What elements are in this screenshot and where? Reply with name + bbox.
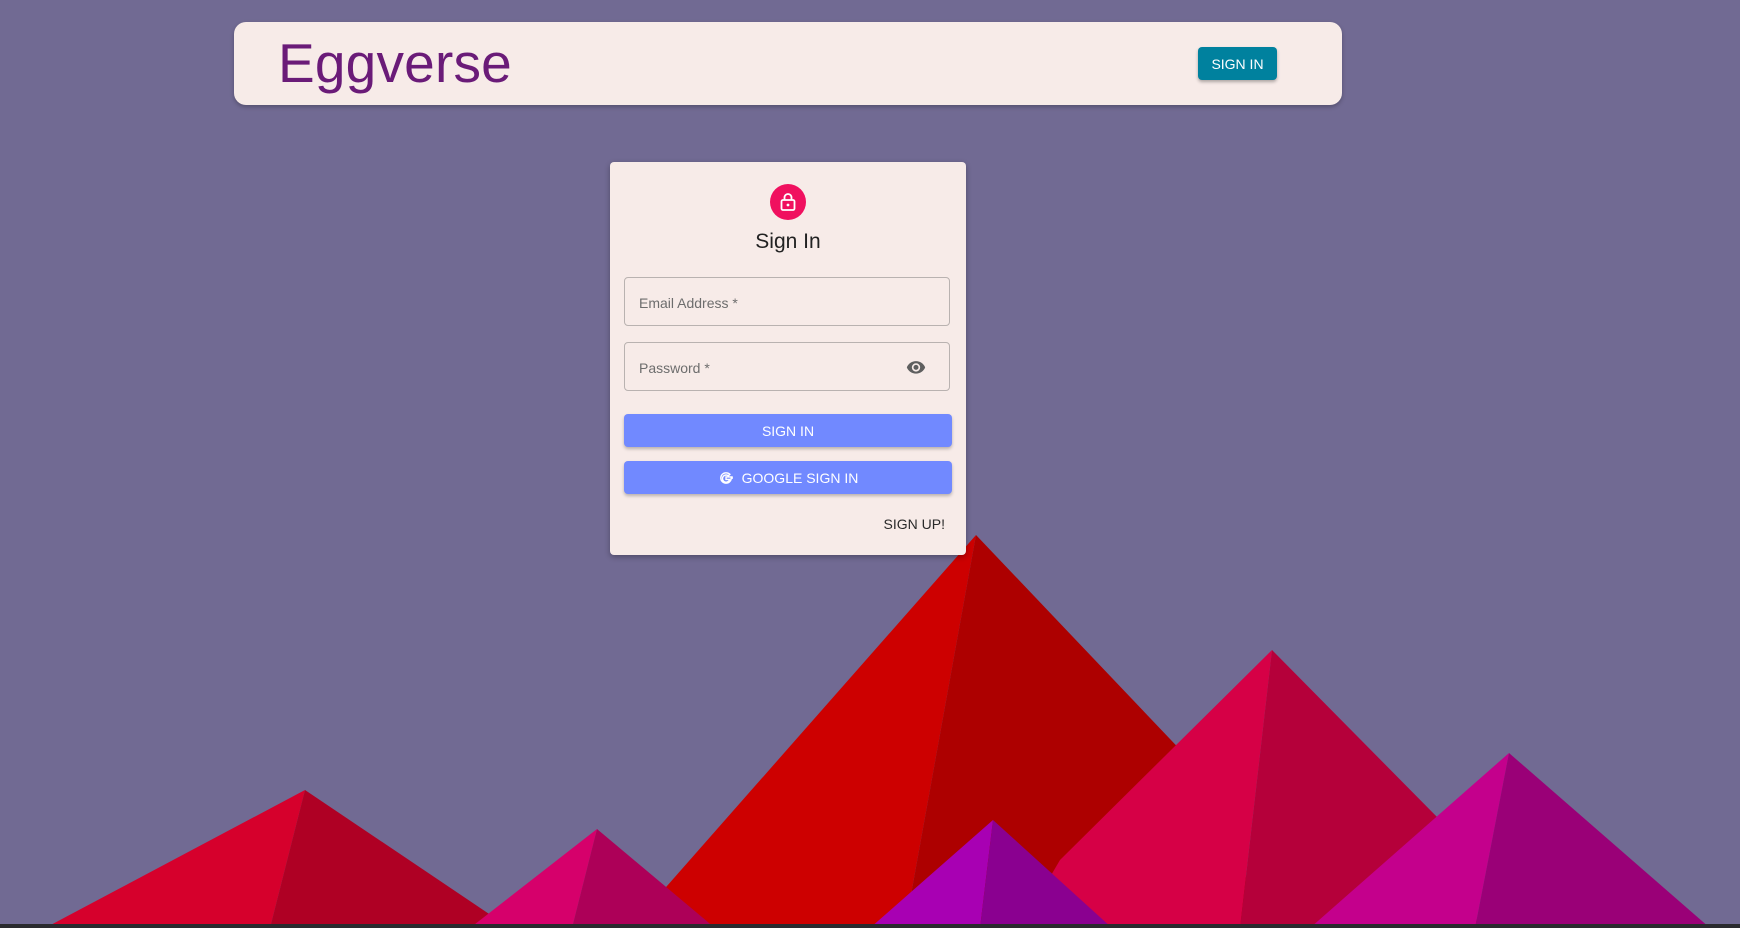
app-header: Eggverse SIGN IN (234, 22, 1342, 105)
mountain-far-right-dark (1475, 753, 1710, 928)
email-input[interactable] (637, 278, 901, 327)
page: Eggverse SIGN IN Sign In SIGN IN GOOGLE … (0, 0, 1740, 928)
mountain-left-dark (270, 790, 510, 928)
bottom-bar (0, 924, 1740, 928)
password-input[interactable] (637, 343, 901, 392)
lock-avatar (770, 184, 806, 220)
password-field[interactable] (624, 342, 950, 392)
email-field[interactable] (624, 277, 950, 327)
google-g-icon (719, 471, 733, 484)
sign-in-title: Sign In (755, 230, 821, 253)
sign-up-link[interactable]: SIGN UP! (884, 515, 945, 533)
google-sign-in-label: GOOGLE SIGN IN (741, 470, 859, 486)
brand-logo[interactable]: Eggverse (278, 32, 512, 94)
eye-icon[interactable] (905, 357, 927, 377)
google-sign-in-button[interactable]: GOOGLE SIGN IN (624, 461, 952, 494)
mountain-left-light (45, 790, 305, 928)
sign-in-button[interactable]: SIGN IN (624, 414, 952, 447)
sign-in-card: Sign In SIGN IN GOOGLE SIGN IN SIGN UP! (610, 162, 966, 555)
header-sign-in-button[interactable]: SIGN IN (1198, 47, 1277, 80)
lock-icon (780, 193, 796, 211)
